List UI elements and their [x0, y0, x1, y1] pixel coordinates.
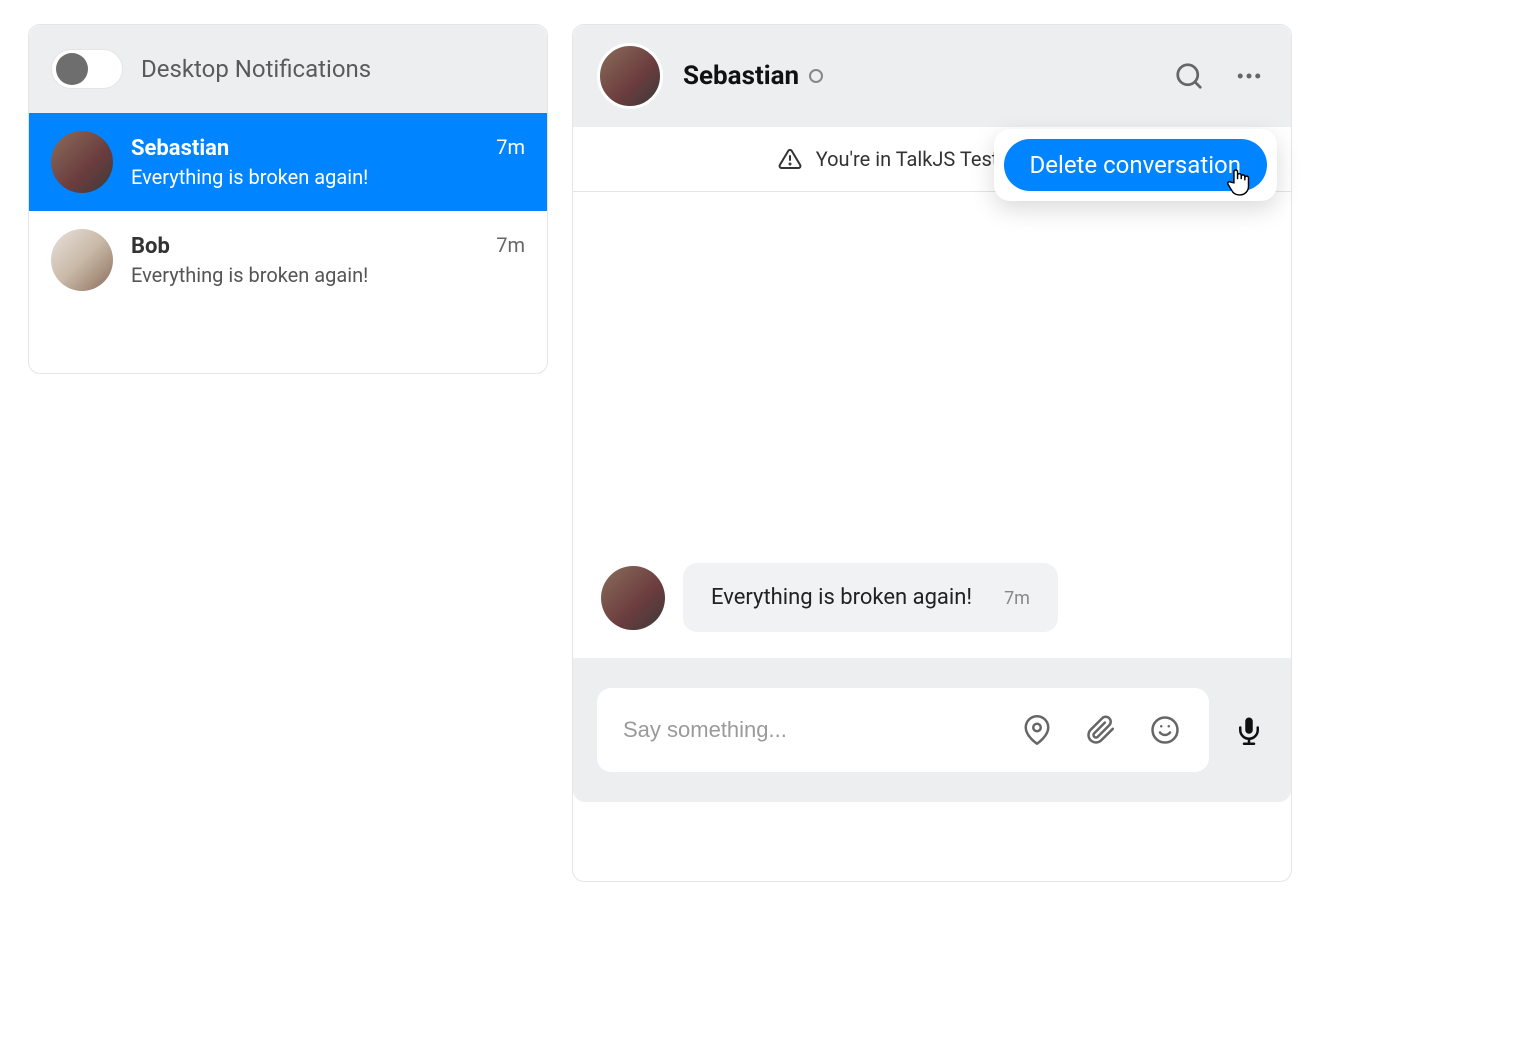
message-input[interactable]	[623, 717, 995, 743]
message-text: Everything is broken again!	[711, 585, 972, 610]
avatar	[597, 43, 663, 109]
message-time: 7m	[1004, 588, 1030, 609]
toggle-knob	[56, 53, 88, 85]
chat-header: Sebastian	[573, 25, 1291, 127]
microphone-icon	[1234, 715, 1264, 745]
message-row: Everything is broken again! 7m	[601, 563, 1058, 632]
more-button[interactable]	[1231, 58, 1267, 94]
search-button[interactable]	[1171, 58, 1207, 94]
compose-icons	[1019, 712, 1183, 748]
pointer-cursor-icon	[1225, 167, 1255, 205]
emoji-button[interactable]	[1147, 712, 1183, 748]
notifications-toggle[interactable]	[51, 49, 123, 89]
inbox-panel: Desktop Notifications Sebastian Everythi…	[28, 24, 548, 374]
message-bubble: Everything is broken again! 7m	[683, 563, 1058, 632]
messages-area[interactable]: Everything is broken again! 7m	[573, 192, 1291, 658]
voice-button[interactable]	[1231, 712, 1267, 748]
warning-icon	[778, 147, 802, 171]
search-icon	[1174, 61, 1204, 91]
conversation-list: Sebastian Everything is broken again! 7m…	[29, 113, 547, 309]
chat-header-actions	[1171, 58, 1267, 94]
chat-title-text: Sebastian	[683, 61, 799, 91]
conversation-name: Sebastian	[131, 136, 478, 161]
conversation-preview: Everything is broken again!	[131, 263, 478, 287]
conversation-name: Bob	[131, 234, 478, 259]
presence-indicator-icon	[809, 69, 823, 83]
notifications-header: Desktop Notifications	[29, 25, 547, 113]
conversation-item-bob[interactable]: Bob Everything is broken again! 7m	[29, 211, 547, 309]
chat-title: Sebastian	[683, 61, 823, 91]
conversation-time: 7m	[496, 135, 525, 159]
conversation-body: Bob Everything is broken again!	[131, 234, 478, 287]
avatar	[51, 229, 113, 291]
attachment-button[interactable]	[1083, 712, 1119, 748]
paperclip-icon	[1086, 715, 1116, 745]
avatar	[601, 566, 665, 630]
location-button[interactable]	[1019, 712, 1055, 748]
avatar	[51, 131, 113, 193]
smile-icon	[1150, 715, 1180, 745]
compose-area	[573, 658, 1291, 802]
message-input-box	[597, 688, 1209, 772]
conversation-time: 7m	[496, 233, 525, 257]
conversation-item-sebastian[interactable]: Sebastian Everything is broken again! 7m	[29, 113, 547, 211]
chat-panel: Sebastian You're in TalkJS Test Mode. To…	[572, 24, 1292, 882]
location-pin-icon	[1022, 715, 1052, 745]
notifications-label: Desktop Notifications	[141, 55, 371, 83]
more-horizontal-icon	[1234, 61, 1264, 91]
conversation-preview: Everything is broken again!	[131, 165, 478, 189]
conversation-body: Sebastian Everything is broken again!	[131, 136, 478, 189]
